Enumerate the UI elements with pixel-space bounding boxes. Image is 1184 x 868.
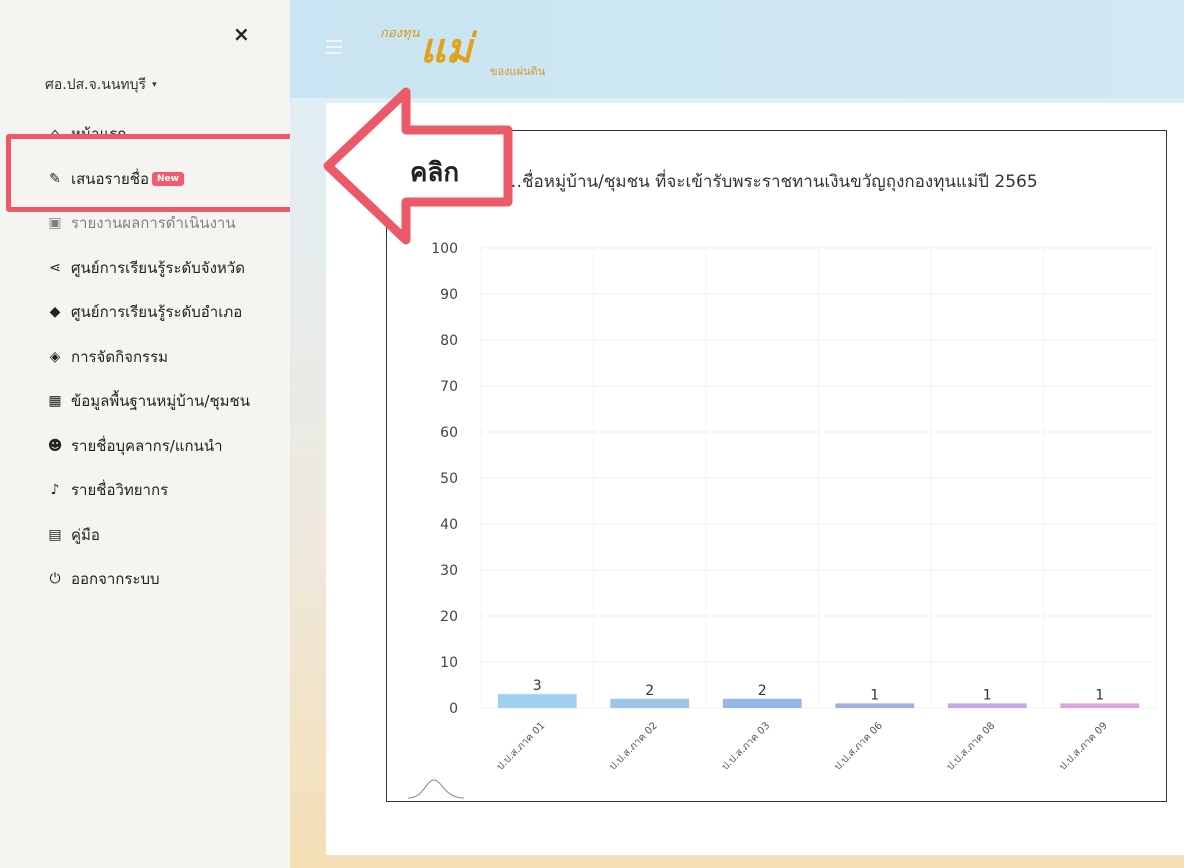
y-tick-label: 70 — [440, 379, 458, 395]
y-tick-label: 90 — [440, 287, 458, 303]
bar — [610, 698, 690, 708]
sidebar-item-manual[interactable]: ▤ คู่มือ — [45, 513, 250, 558]
sidebar-item-label: รายชื่อบุคลากร/แกนนำ — [71, 436, 223, 455]
bar-value-label: 1 — [1095, 687, 1104, 703]
bar-value-label: 2 — [758, 683, 767, 699]
logo-text-top: กองทุน — [380, 26, 420, 41]
hamburger-menu-icon[interactable] — [326, 40, 342, 58]
bar — [947, 703, 1027, 708]
book-icon: ▤ — [48, 526, 62, 543]
sidebar-item-speakers[interactable]: ♪ รายชื่อวิทยากร — [45, 468, 250, 513]
sidebar-item-label: ศูนย์การเรียนรู้ระดับจังหวัด — [71, 258, 245, 277]
power-icon: ⏻ — [49, 571, 61, 588]
building-icon: ▦ — [48, 393, 62, 410]
logo-text-bottom: ของแผ่นดิน — [490, 65, 546, 78]
x-tick-label: ป.ป.ส.ภาค 02 — [607, 720, 659, 772]
org-label: ศอ.ปส.จ.นนทบุรี — [45, 77, 147, 93]
y-tick-label: 80 — [440, 333, 458, 349]
x-tick-label: ป.ป.ส.ภาค 03 — [720, 720, 772, 772]
sidebar-item-provincial-center[interactable]: ⋖ ศูนย์การเรียนรู้ระดับจังหวัด — [45, 246, 250, 291]
x-tick-label: ป.ป.ส.ภาค 09 — [1057, 720, 1109, 772]
bar-value-label: 1 — [983, 687, 992, 703]
y-tick-label: 40 — [440, 517, 458, 533]
sidebar-item-label: การจัดกิจกรรม — [71, 347, 169, 366]
bar-value-label: 2 — [645, 683, 654, 699]
bar — [835, 703, 915, 708]
sidebar: × ศอ.ปส.จ.นนทบุรี ▾ ⌂ หน้าแรก ✎ เสนอรายชื… — [0, 0, 306, 868]
y-tick-label: 60 — [440, 425, 458, 441]
sidebar-item-label: คู่มือ — [71, 525, 100, 544]
x-tick-label: ป.ป.ส.ภาค 06 — [832, 720, 884, 772]
sidebar-item-personnel[interactable]: ☻ รายชื่อบุคลากร/แกนนำ — [45, 424, 250, 469]
sidebar-item-district-center[interactable]: ◆ ศูนย์การเรียนรู้ระดับอำเภอ — [45, 290, 250, 335]
microphone-icon: ♪ — [50, 482, 60, 499]
org-selector[interactable]: ศอ.ปส.จ.นนทบุรี ▾ — [45, 74, 157, 96]
sidebar-item-activities[interactable]: ◈ การจัดกิจกรรม — [45, 335, 250, 380]
bar — [722, 698, 802, 708]
curve-decoration — [407, 779, 465, 799]
logo: กองทุน แม่ ของแผ่นดิน — [380, 12, 580, 82]
shapes-icon: ◆ — [49, 304, 61, 321]
close-icon[interactable]: × — [233, 22, 250, 46]
sidebar-item-logout[interactable]: ⏻ ออกจากระบบ — [45, 557, 250, 602]
sidebar-item-label: ออกจากระบบ — [71, 570, 160, 589]
logo-text-main: แม่ — [420, 25, 473, 72]
bar-value-label: 1 — [870, 687, 879, 703]
sidebar-item-label: ศูนย์การเรียนรู้ระดับอำเภอ — [71, 303, 243, 322]
bar-value-label: 3 — [533, 678, 542, 694]
y-tick-label: 20 — [440, 609, 458, 625]
y-tick-label: 10 — [440, 655, 458, 671]
user-plus-icon: ☻ — [47, 437, 63, 454]
sidebar-item-village-data[interactable]: ▦ ข้อมูลพื้นฐานหมู่บ้าน/ชุมชน — [45, 379, 250, 424]
share-icon: ⋖ — [49, 259, 61, 276]
sidebar-item-label: รายชื่อวิทยากร — [71, 481, 169, 500]
sidebar-item-label: รายงานผลการดำเนินงาน — [71, 214, 236, 233]
bar — [1060, 703, 1140, 708]
report-icon: ▣ — [48, 215, 62, 232]
click-label: คลิก — [410, 158, 460, 188]
y-tick-label: 50 — [440, 471, 458, 487]
y-tick-label: 30 — [440, 563, 458, 579]
sidebar-item-label: ข้อมูลพื้นฐานหมู่บ้าน/ชุมชน — [71, 392, 250, 411]
highlight-box — [6, 134, 306, 212]
x-tick-label: ป.ป.ส.ภาค 01 — [495, 720, 547, 772]
bar — [497, 694, 577, 708]
activity-icon: ◈ — [49, 348, 61, 365]
top-header: กองทุน แม่ ของแผ่นดิน — [290, 0, 1184, 98]
y-tick-label: 0 — [449, 701, 458, 717]
caret-down-icon: ▾ — [152, 80, 157, 90]
x-tick-label: ป.ป.ส.ภาค 08 — [945, 720, 997, 772]
